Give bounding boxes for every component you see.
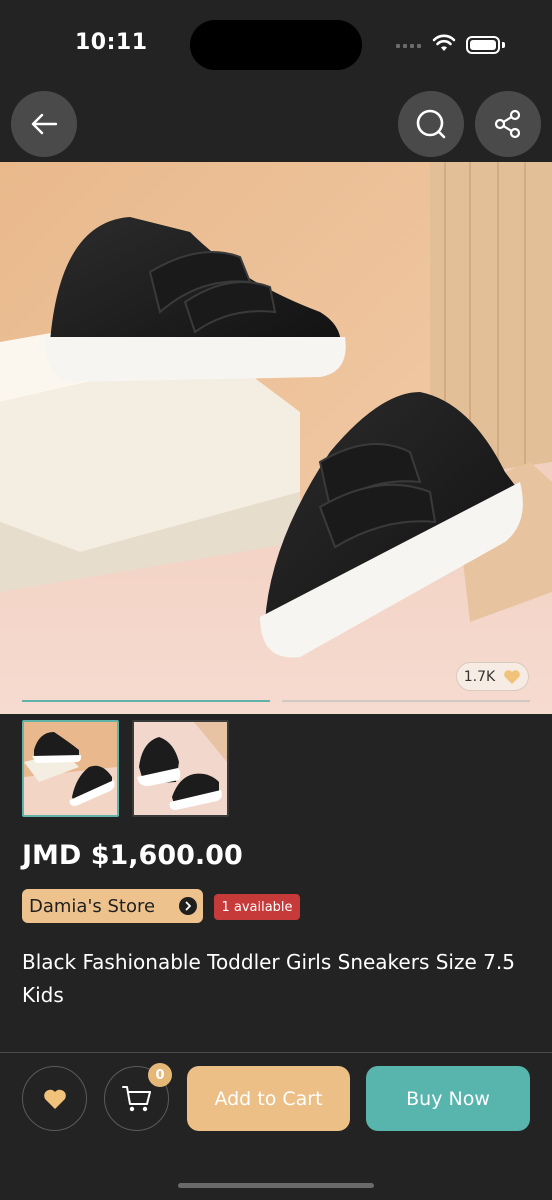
wifi-icon	[432, 34, 456, 51]
image-indicator-active	[22, 700, 270, 702]
cart-icon	[121, 1085, 151, 1111]
battery-icon	[466, 36, 500, 54]
image-indicator-inactive	[282, 700, 530, 702]
share-button[interactable]	[475, 91, 541, 157]
dynamic-island	[190, 20, 362, 70]
status-bar: 10:11	[0, 0, 552, 88]
buy-now-button[interactable]: Buy Now	[366, 1066, 530, 1131]
cart-count-badge: 0	[148, 1063, 172, 1087]
home-indicator[interactable]	[178, 1183, 374, 1188]
store-link[interactable]: Damia's Store	[22, 889, 203, 923]
product-image[interactable]	[0, 162, 552, 714]
add-to-cart-button[interactable]: Add to Cart	[187, 1066, 350, 1131]
wishlist-button[interactable]	[22, 1066, 87, 1131]
cellular-signal-icon	[396, 44, 421, 48]
store-name: Damia's Store	[29, 895, 156, 917]
status-time: 10:11	[75, 30, 148, 55]
availability-badge: 1 available	[214, 894, 300, 920]
product-title: Black Fashionable Toddler Girls Sneakers…	[22, 950, 515, 1007]
back-button[interactable]	[11, 91, 77, 157]
likes-count: 1.7K	[463, 668, 496, 685]
heart-icon	[43, 1089, 66, 1109]
search-button[interactable]	[398, 91, 464, 157]
arrow-left-icon	[31, 113, 58, 135]
heart-icon	[504, 669, 521, 684]
likes-badge[interactable]: 1.7K	[456, 662, 529, 691]
divider	[0, 1052, 552, 1053]
thumbnail-2[interactable]	[132, 720, 229, 817]
thumbnail-1[interactable]	[22, 720, 119, 817]
product-price: JMD $1,600.00	[22, 840, 243, 871]
share-icon	[494, 109, 521, 139]
chevron-right-icon	[179, 897, 197, 915]
search-icon	[416, 109, 446, 139]
